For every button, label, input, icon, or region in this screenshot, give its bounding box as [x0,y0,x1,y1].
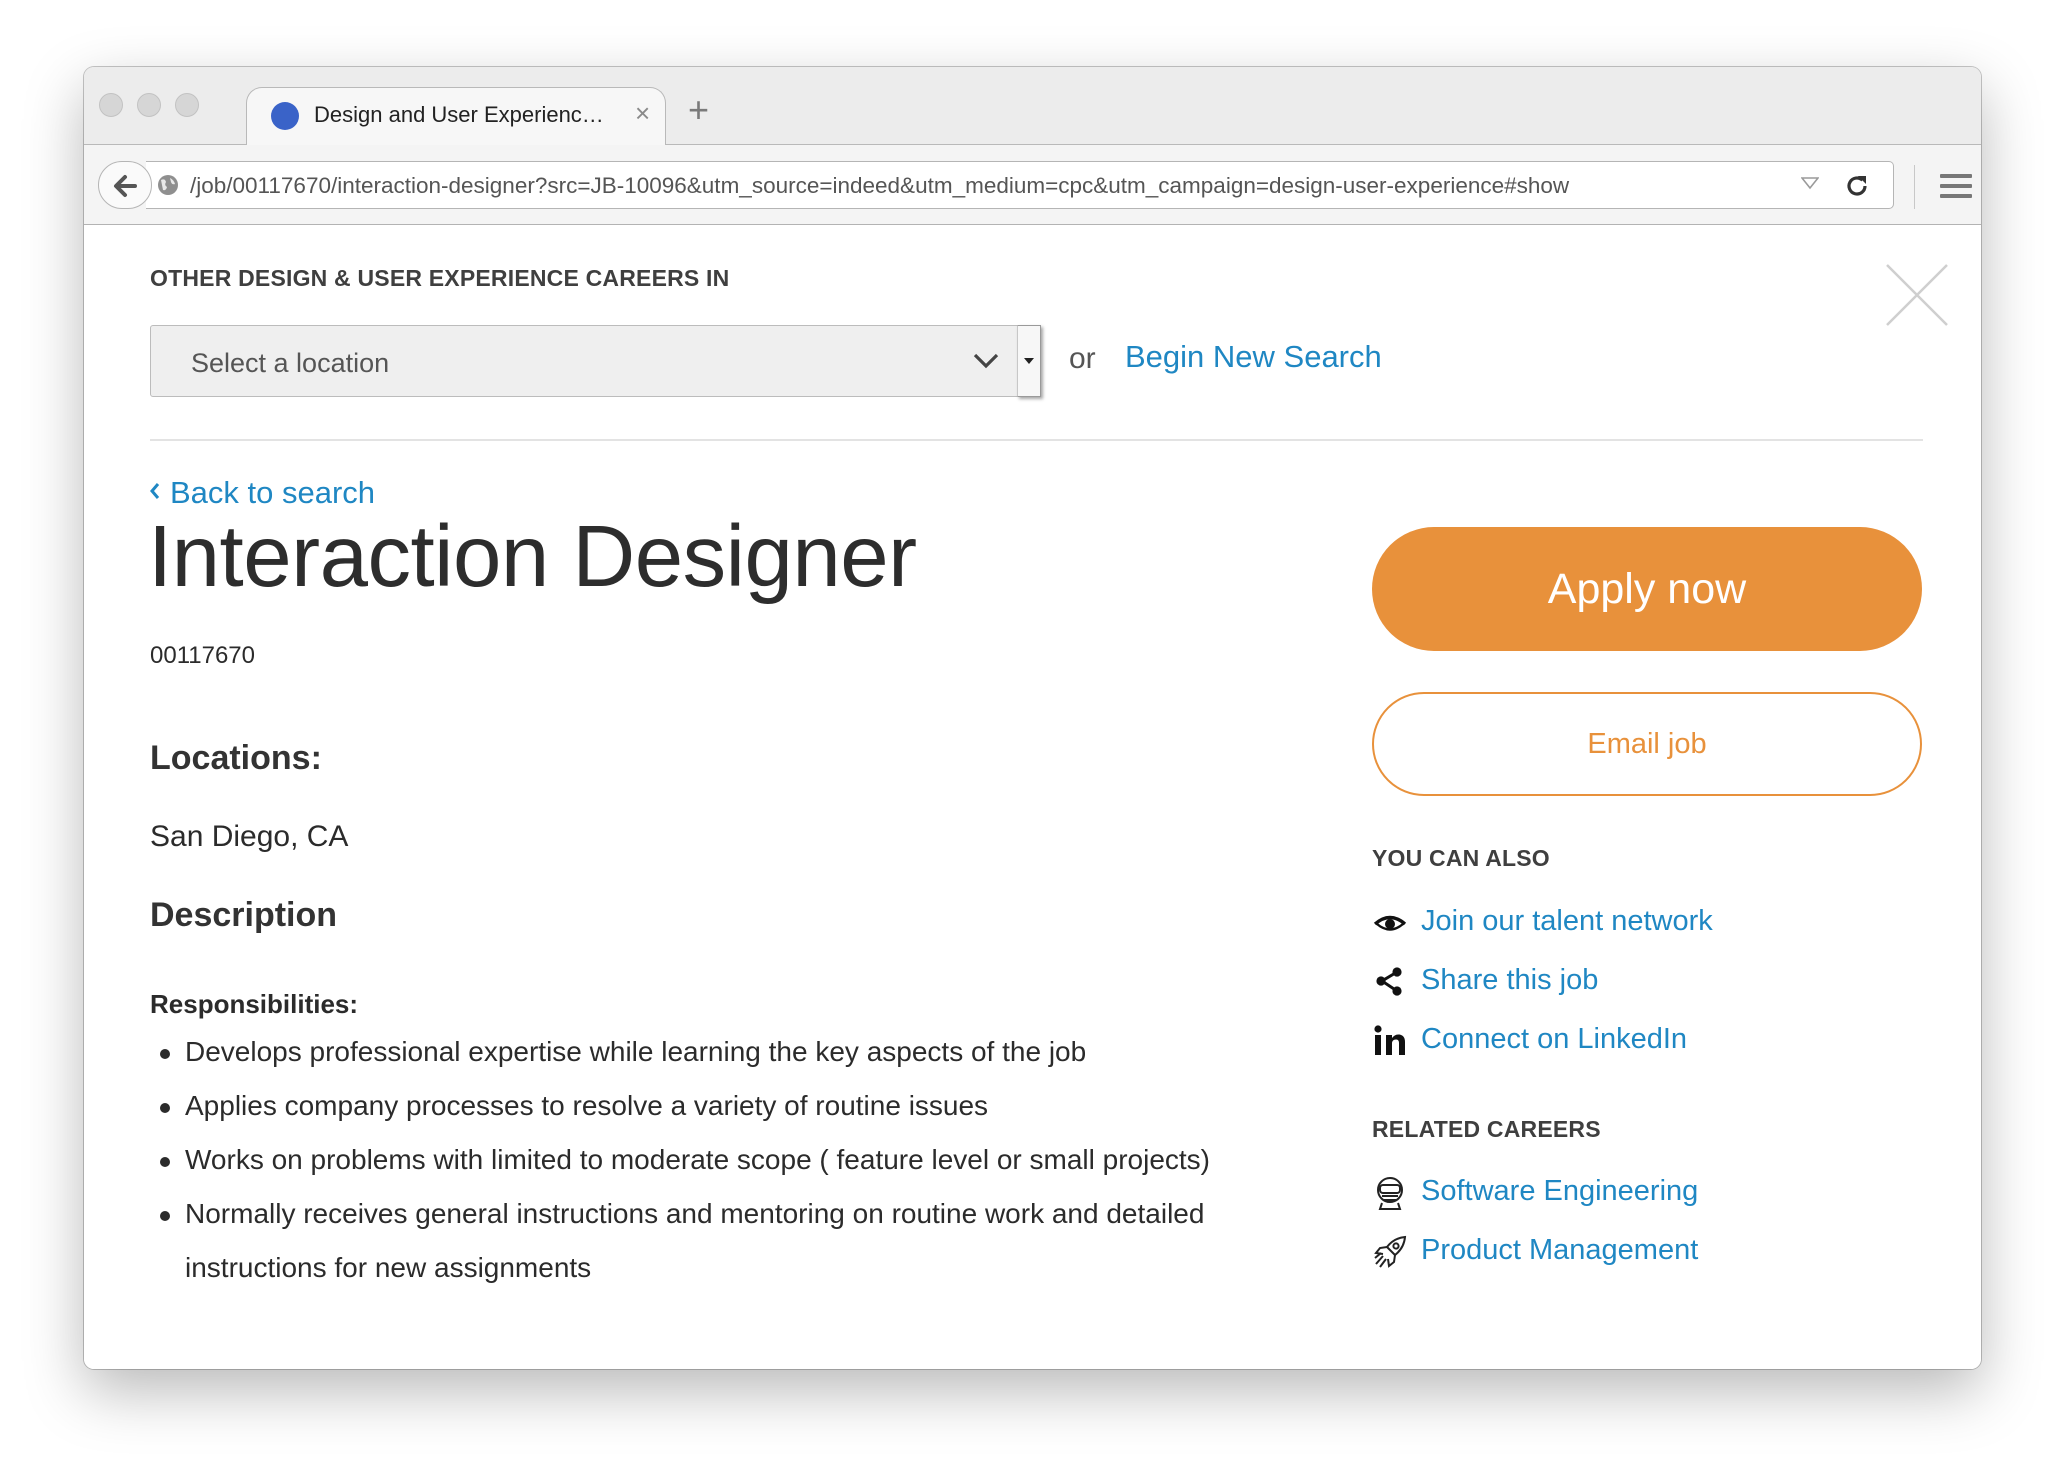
window-close-button[interactable] [99,93,123,117]
location-value: San Diego, CA [150,820,349,853]
list-item: Develops professional expertise while le… [150,1025,1330,1079]
hamburger-menu-icon[interactable] [1940,173,1972,199]
eye-icon [1373,915,1407,931]
browser-tab[interactable]: Design and User Experienc… × [246,87,666,147]
tab-bar: Design and User Experienc… × + [84,67,1981,147]
new-tab-button[interactable]: + [688,89,709,131]
reload-icon[interactable] [1842,171,1872,201]
select-dropdown-handle[interactable] [1017,325,1041,397]
back-to-search-link[interactable]: Back to search [150,475,375,511]
page-content: OTHER DESIGN & USER EXPERIENCE CAREERS I… [84,225,1981,1369]
url-dropdown-icon[interactable] [1801,176,1819,190]
back-to-search-label: Back to search [170,475,376,510]
back-button[interactable] [98,161,152,209]
responsibilities-list: Develops professional expertise while le… [150,1025,1330,1295]
careers-filter-heading: OTHER DESIGN & USER EXPERIENCE CAREERS I… [150,265,730,291]
close-icon[interactable] [1884,262,1950,328]
chevron-left-icon [150,483,160,499]
address-bar[interactable]: /job/00117670/interaction-designer?src=J… [146,161,1894,209]
tab-title: Design and User Experienc… [314,102,604,127]
apply-now-button[interactable]: Apply now [1372,527,1922,651]
navigation-bar: /job/00117670/interaction-designer?src=J… [84,145,1981,225]
window-zoom-button[interactable] [175,93,199,117]
rocket-icon [1374,1235,1407,1268]
url-text: /job/00117670/interaction-designer?src=J… [190,173,1570,198]
you-can-also-heading: YOU CAN ALSO [1372,845,1550,871]
window-minimize-button[interactable] [137,93,161,117]
back-arrow-icon [114,175,137,197]
tab-close-icon[interactable]: × [635,98,650,129]
related-careers-heading: RELATED CAREERS [1372,1116,1601,1142]
location-select-value: Select a location [191,348,390,378]
toolbar-separator [1914,165,1915,209]
browser-window: Design and User Experienc… × + /job/0011… [84,67,1981,1369]
chevron-down-icon [973,353,999,369]
divider [150,439,1923,441]
share-icon [1376,967,1402,996]
robot-icon [1377,1177,1403,1210]
location-select[interactable]: Select a location [150,325,1041,397]
share-job-label: Share this job [1421,964,1599,996]
favicon-icon [271,102,299,130]
locations-heading: Locations: [150,739,322,777]
software-engineering-label: Software Engineering [1421,1175,1699,1207]
responsibilities-heading: Responsibilities: [150,989,359,1019]
description-heading: Description [150,896,338,934]
email-job-button[interactable]: Email job [1372,692,1922,796]
globe-icon [158,175,178,195]
list-item: Applies company processes to resolve a v… [150,1079,1330,1133]
page-title: Interaction Designer [148,508,917,605]
linkedin-icon [1374,1025,1405,1055]
connect-linkedin-label: Connect on LinkedIn [1421,1023,1688,1055]
list-item: Works on problems with limited to modera… [150,1133,1330,1187]
begin-new-search-link[interactable]: Begin New Search [1125,339,1382,375]
product-management-label: Product Management [1421,1234,1699,1266]
join-talent-network-label: Join our talent network [1421,905,1713,937]
list-item: Normally receives general instructions a… [150,1187,1330,1295]
or-text: or [1069,342,1096,375]
job-id: 00117670 [150,642,255,669]
